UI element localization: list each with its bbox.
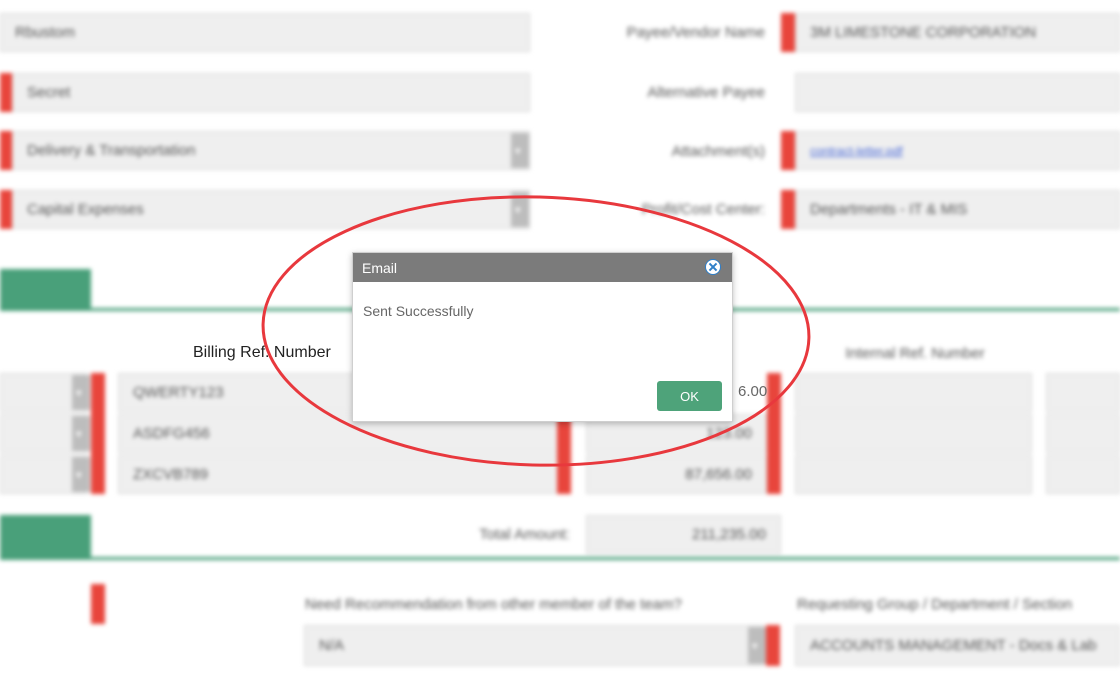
select-arrow-icon[interactable] bbox=[72, 416, 90, 451]
payee-label: Payee/Vendor Name bbox=[626, 24, 765, 41]
select-arrow-icon[interactable] bbox=[72, 375, 90, 410]
left-select-2-value: Capital Expenses bbox=[27, 201, 144, 218]
left-field-2[interactable]: Secret bbox=[12, 73, 530, 112]
required-marker bbox=[0, 131, 12, 170]
total-field: 211,235.00 bbox=[586, 515, 781, 554]
first-amount-value: 6.00 bbox=[738, 383, 768, 400]
select-arrow-icon[interactable] bbox=[511, 133, 529, 168]
attachments-label: Attachment(s) bbox=[671, 143, 765, 160]
dialog-header: Email bbox=[353, 253, 732, 282]
required-marker bbox=[91, 584, 105, 624]
select-arrow-icon[interactable] bbox=[511, 192, 529, 227]
select-arrow-icon[interactable] bbox=[748, 627, 766, 664]
internal-ref-label: Internal Ref. Number bbox=[845, 345, 985, 362]
extra-field[interactable] bbox=[1046, 414, 1120, 453]
recommend-select[interactable]: N/A bbox=[304, 625, 764, 666]
attachment-link[interactable]: contract-letter.pdf bbox=[810, 144, 903, 158]
section-divider bbox=[0, 557, 1120, 560]
internal-ref-field[interactable] bbox=[795, 455, 1032, 494]
attachments-field[interactable]: contract-letter.pdf bbox=[795, 131, 1120, 170]
left-select-2[interactable]: Capital Expenses bbox=[12, 190, 530, 229]
left-select-1[interactable]: Delivery & Transportation bbox=[12, 131, 530, 170]
amount-value: 87,656.00 bbox=[685, 466, 752, 483]
required-marker bbox=[767, 373, 781, 494]
required-marker bbox=[781, 190, 795, 229]
extra-field[interactable] bbox=[1046, 373, 1120, 412]
billing-ref-field[interactable]: ZXCVB789 bbox=[118, 455, 558, 494]
required-marker bbox=[766, 625, 780, 666]
alt-payee-label: Alternative Payee bbox=[647, 84, 765, 101]
ok-button[interactable]: OK bbox=[657, 381, 722, 411]
left-field-2-value: Secret bbox=[27, 84, 71, 101]
left-select-1-value: Delivery & Transportation bbox=[27, 142, 196, 159]
recommend-label: Need Recommendation from other member of… bbox=[305, 596, 682, 613]
cost-center-value: Departments - IT & MIS bbox=[810, 201, 968, 218]
billing-ref-label: Billing Ref. Number bbox=[193, 344, 331, 361]
billing-ref-value: ZXCVB789 bbox=[133, 466, 209, 483]
required-marker bbox=[0, 73, 12, 112]
left-field-1[interactable]: Rbustom bbox=[0, 13, 530, 52]
cost-center-label: Profit/Cost Center: bbox=[641, 201, 765, 218]
alt-payee-field[interactable] bbox=[795, 73, 1120, 112]
group-label: Requesting Group / Department / Section bbox=[797, 596, 1073, 613]
required-marker bbox=[91, 373, 105, 494]
close-icon[interactable] bbox=[705, 259, 721, 275]
total-label: Total Amount: bbox=[479, 526, 570, 543]
required-marker bbox=[781, 13, 795, 52]
group-field[interactable]: ACCOUNTS MANAGEMENT - Docs & Lab bbox=[795, 625, 1120, 666]
amount-value: 123.00 bbox=[706, 425, 752, 442]
internal-ref-field[interactable] bbox=[795, 414, 1032, 453]
extra-field[interactable] bbox=[1046, 455, 1120, 494]
billing-ref-value: ASDFG456 bbox=[133, 425, 210, 442]
total-value: 211,235.00 bbox=[692, 526, 766, 543]
recommend-value: N/A bbox=[319, 637, 345, 654]
left-field-1-value: Rbustom bbox=[15, 24, 76, 41]
required-marker bbox=[0, 190, 12, 229]
internal-ref-field[interactable] bbox=[795, 373, 1032, 412]
section-tab[interactable] bbox=[0, 515, 91, 558]
cost-center-field[interactable]: Departments - IT & MIS bbox=[795, 190, 1120, 229]
amount-field[interactable]: 87,656.00 bbox=[586, 455, 767, 494]
payee-value: 3M LIMESTONE CORPORATION bbox=[810, 24, 1037, 41]
dialog-message: Sent Successfully bbox=[363, 303, 474, 319]
group-value: ACCOUNTS MANAGEMENT - Docs & Lab bbox=[810, 637, 1097, 654]
billing-ref-value: QWERTY123 bbox=[133, 384, 224, 401]
required-marker bbox=[781, 131, 795, 170]
dialog-title: Email bbox=[362, 259, 398, 276]
section-tab[interactable] bbox=[0, 269, 91, 310]
payee-field[interactable]: 3M LIMESTONE CORPORATION bbox=[795, 13, 1120, 52]
email-dialog: Email Sent Successfully OK bbox=[352, 252, 733, 422]
select-arrow-icon[interactable] bbox=[72, 457, 90, 492]
